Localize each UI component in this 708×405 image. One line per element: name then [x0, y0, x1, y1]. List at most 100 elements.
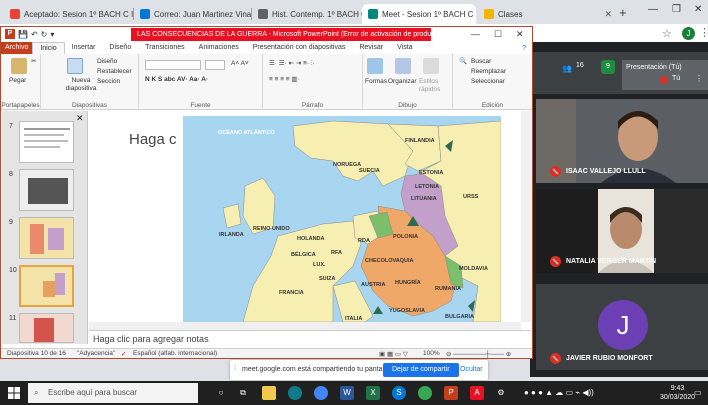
- section-button[interactable]: Sección: [97, 78, 120, 86]
- select-button[interactable]: Seleccionar: [471, 78, 505, 86]
- tab-gmail[interactable]: Aceptado: Sesion 1º BACH C I ✕: [4, 4, 134, 24]
- slide-bullet-text[interactable]: Haga c: [129, 131, 177, 148]
- slide-canvas[interactable]: Haga c OCÉANO ATLÁNTICO FINLANDIA NORUEG…: [89, 111, 521, 322]
- slide-thumbnail[interactable]: [19, 169, 74, 211]
- word-icon[interactable]: W: [340, 386, 354, 400]
- participant-tile[interactable]: ISAAC VALLEJO LLULL: [536, 99, 708, 183]
- align-icons[interactable]: ≡ ≡ ≡ ≡ ▥·: [269, 76, 300, 84]
- layout-button[interactable]: Diseño: [97, 58, 117, 66]
- participant-tile[interactable]: NATALIA VERGER MARTÍN: [536, 189, 708, 273]
- spellcheck-icon[interactable]: ✓: [121, 350, 126, 358]
- undo-icon[interactable]: ↶: [31, 30, 38, 39]
- star-icon[interactable]: ☆: [662, 27, 672, 40]
- grow-font-icon[interactable]: A˄ A˅: [231, 60, 249, 68]
- windows-icon[interactable]: [8, 387, 20, 399]
- map-label: SUECIA: [359, 168, 380, 174]
- tab-presentacion[interactable]: Presentación con diapositivas: [246, 42, 353, 54]
- chrome-profile-icon[interactable]: [418, 386, 432, 400]
- skype-icon[interactable]: S: [392, 386, 406, 400]
- zoom-slider[interactable]: ⊖ ───────┼─── ⊕: [446, 350, 511, 358]
- close-window-icon[interactable]: ✕: [694, 4, 702, 15]
- europe-map[interactable]: OCÉANO ATLÁNTICO FINLANDIA NORUEGA SUECI…: [183, 116, 501, 322]
- redo-icon[interactable]: ↻: [41, 30, 48, 39]
- more-icon[interactable]: ⋮: [695, 74, 703, 83]
- notifications-icon[interactable]: ▭: [694, 388, 702, 397]
- arrange-button[interactable]: Organizar: [388, 78, 417, 86]
- profile-avatar[interactable]: J: [682, 27, 695, 40]
- tab-insertar[interactable]: Insertar: [65, 42, 103, 54]
- format-icons[interactable]: N K S abc AV· Aa· A·: [145, 76, 208, 84]
- find-button[interactable]: Buscar: [471, 58, 491, 66]
- minimize-icon[interactable]: —: [471, 29, 480, 39]
- drag-handle-icon[interactable]: ⁞: [234, 365, 236, 372]
- task-view-icon[interactable]: ⧉: [236, 386, 250, 400]
- screen-share-bar: ⁞ meet.google.com está compartiendo tu p…: [230, 360, 488, 380]
- tab-outlook[interactable]: Correo: Juan Martinez Vinat - ( ✕: [134, 4, 252, 24]
- tray-icons[interactable]: ● ● ● ▲ ☁ ▭ ⌁ ◀)): [524, 388, 594, 397]
- font-name-select[interactable]: [145, 60, 201, 70]
- minimize-icon[interactable]: —: [648, 4, 658, 15]
- new-tab-icon[interactable]: +: [619, 5, 627, 20]
- powerpoint-taskbar-icon[interactable]: P: [444, 386, 458, 400]
- slide-thumbnail[interactable]: [19, 313, 74, 343]
- tab-animaciones[interactable]: Animaciones: [192, 42, 246, 54]
- list-icons[interactable]: ☰· ☰· ⇤ ⇥ ≡· ⫶·: [269, 60, 315, 68]
- tab-vista[interactable]: Vista: [390, 42, 419, 54]
- cortana-icon[interactable]: ○: [214, 386, 228, 400]
- font-size-select[interactable]: [205, 60, 225, 70]
- stop-sharing-button[interactable]: Dejar de compartir: [383, 363, 459, 377]
- close-icon[interactable]: ✕: [76, 113, 84, 124]
- tab-clases[interactable]: Clases ✕: [478, 4, 618, 24]
- tab-meet[interactable]: Meet - Sesion 1º BACH C ● ✕: [362, 4, 476, 24]
- clock[interactable]: 9:43 30/03/2020: [660, 384, 695, 402]
- tab-inicio[interactable]: Inicio: [32, 42, 65, 54]
- save-icon[interactable]: 💾: [18, 30, 28, 39]
- ribbon-tabs: Archivo Inicio Insertar Diseño Transicio…: [1, 42, 532, 54]
- tab-diseno[interactable]: Diseño: [102, 42, 138, 54]
- styles-button[interactable]: Estilos rápidos: [419, 78, 445, 94]
- edge-icon[interactable]: [288, 386, 302, 400]
- reset-button[interactable]: Restablecer: [97, 68, 132, 76]
- tab-transiciones[interactable]: Transiciones: [138, 42, 191, 54]
- map-label: HUNGRÍA: [395, 278, 421, 286]
- chrome-icon[interactable]: [314, 386, 328, 400]
- settings-icon[interactable]: ⚙: [494, 386, 508, 400]
- chevron-down-icon[interactable]: ▾: [50, 30, 54, 39]
- maximize-icon[interactable]: ☐: [494, 29, 502, 40]
- close-window-icon[interactable]: ✕: [516, 29, 524, 40]
- tab-archivo[interactable]: Archivo: [1, 42, 33, 54]
- file-explorer-icon[interactable]: [262, 386, 276, 400]
- view-buttons[interactable]: ▣ ▦ ▭ ▽: [379, 350, 408, 358]
- pdf-icon[interactable]: A: [470, 386, 484, 400]
- new-slide-button[interactable]: Nueva diapositiva: [61, 77, 101, 93]
- map-label: URSS: [463, 194, 479, 200]
- tab-classroom-course[interactable]: Hist. Contemp. 1º BACH C ✕: [252, 4, 362, 24]
- help-icon[interactable]: ?: [522, 45, 526, 52]
- slide-thumbnail[interactable]: [19, 121, 74, 163]
- taskbar-search[interactable]: ⌕ Escribe aquí para buscar: [28, 383, 198, 403]
- map-label: LETONIA: [415, 184, 439, 190]
- mic-off-icon: [550, 353, 561, 364]
- excel-icon[interactable]: X: [366, 386, 380, 400]
- vertical-scrollbar[interactable]: [521, 111, 531, 322]
- slide-editor[interactable]: Haga c OCÉANO ATLÁNTICO FINLANDIA NORUEG…: [89, 111, 521, 322]
- language-indicator[interactable]: Español (alfab. internacional): [133, 350, 217, 357]
- paste-button[interactable]: Pegar: [9, 77, 26, 85]
- zoom-level[interactable]: 100%: [423, 350, 440, 357]
- notes-pane[interactable]: Haga clic para agregar notas: [89, 330, 531, 348]
- chat-icon[interactable]: 9: [601, 60, 615, 74]
- map-label: NORUEGA: [333, 162, 361, 168]
- close-icon[interactable]: ✕: [600, 9, 612, 20]
- tab-revisar[interactable]: Revisar: [352, 42, 390, 54]
- thumbnail-image: [21, 267, 72, 305]
- maximize-icon[interactable]: ❐: [672, 4, 681, 15]
- shapes-button[interactable]: Formas: [365, 78, 387, 86]
- people-icon[interactable]: 👥: [562, 64, 572, 73]
- slide-thumbnail[interactable]: [19, 217, 74, 259]
- horizontal-scrollbar[interactable]: [89, 322, 521, 330]
- cut-icon[interactable]: ✂: [31, 58, 36, 66]
- slide-thumbnail-selected[interactable]: [19, 265, 74, 307]
- replace-button[interactable]: Reemplazar: [471, 68, 506, 76]
- more-icon[interactable]: ⋮: [699, 26, 708, 39]
- hide-button[interactable]: Ocultar: [460, 366, 483, 373]
